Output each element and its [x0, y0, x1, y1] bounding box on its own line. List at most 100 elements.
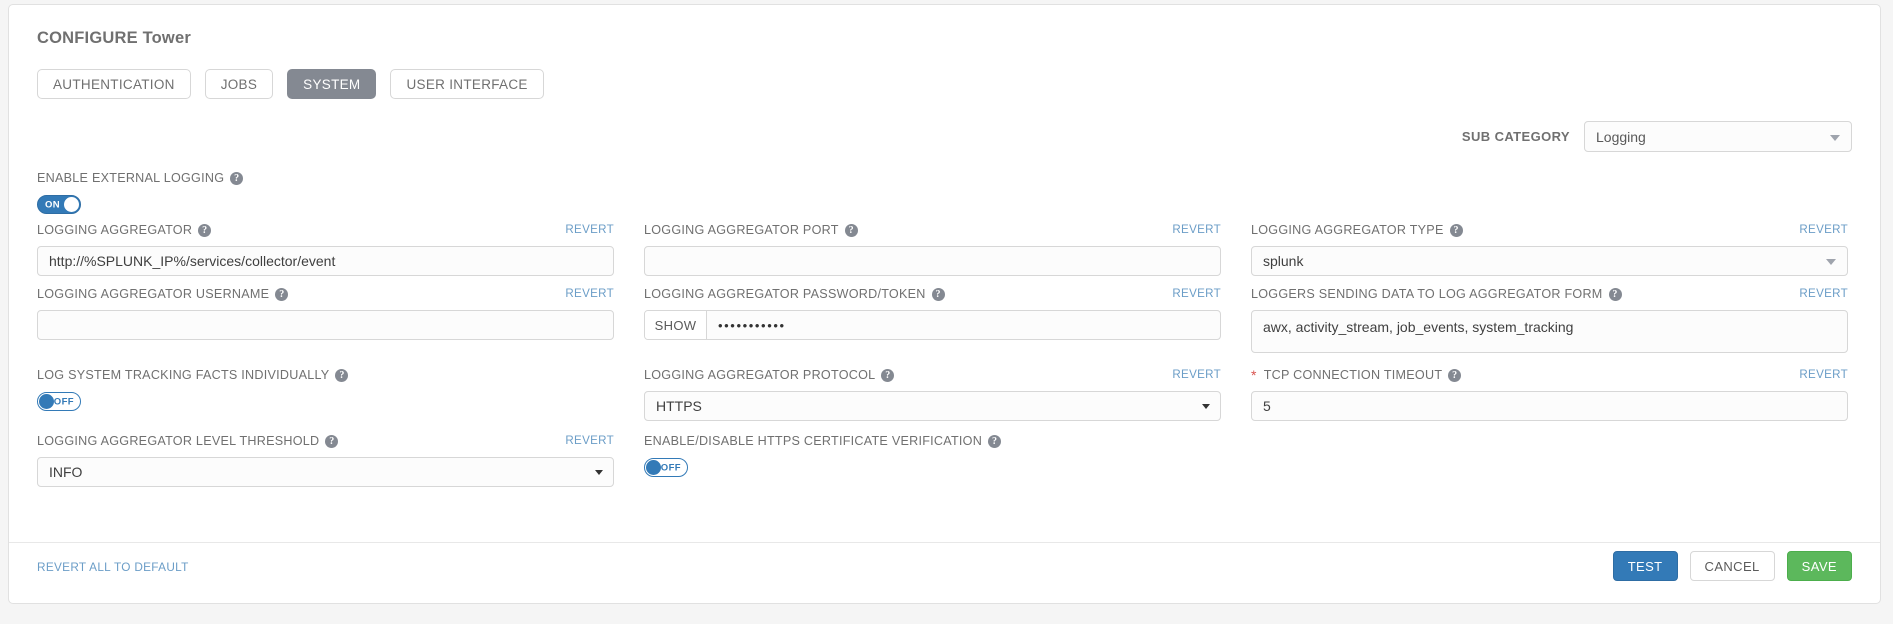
field-loggers-sending-data: LOGGERS SENDING DATA TO LOG AGGREGATOR F…	[1251, 287, 1848, 353]
caret-down-icon	[595, 470, 603, 475]
logging-aggregator-level-threshold-label: LOGGING AGGREGATOR LEVEL THRESHOLD ?	[37, 434, 614, 448]
field-logging-aggregator-port: LOGGING AGGREGATOR PORT ? REVERT	[644, 223, 1221, 276]
chevron-down-icon	[1826, 259, 1836, 265]
select-value: splunk	[1263, 253, 1304, 269]
label-text: LOGGING AGGREGATOR LEVEL THRESHOLD	[37, 434, 320, 448]
https-certificate-verification-toggle[interactable]: OFF	[644, 458, 688, 477]
field-logging-aggregator-password: LOGGING AGGREGATOR PASSWORD/TOKEN ? REVE…	[644, 287, 1221, 340]
toggle-knob	[646, 460, 661, 475]
toggle-state-label: OFF	[660, 462, 681, 473]
logging-aggregator-password-input[interactable]: •••••••••••	[707, 311, 1220, 339]
field-https-certificate-verification: ENABLE/DISABLE HTTPS CERTIFICATE VERIFIC…	[644, 434, 1221, 477]
configure-panel: CONFIGURE Tower AUTHENTICATION JOBS SYST…	[8, 4, 1881, 604]
page-title-rest: Tower	[137, 29, 191, 47]
label-text: LOGGING AGGREGATOR USERNAME	[37, 287, 270, 301]
test-button[interactable]: TEST	[1612, 551, 1678, 581]
toggle-state-label: OFF	[53, 396, 74, 407]
field-logging-aggregator-username: LOGGING AGGREGATOR USERNAME ? REVERT	[37, 287, 614, 340]
toggle-knob	[39, 394, 54, 409]
field-logging-aggregator-type: LOGGING AGGREGATOR TYPE ? REVERT splunk	[1251, 223, 1848, 276]
logging-aggregator-password-group: SHOW •••••••••••	[644, 310, 1221, 340]
label-text: LOGGING AGGREGATOR PROTOCOL	[644, 368, 876, 382]
revert-link[interactable]: REVERT	[1172, 368, 1221, 381]
select-value: INFO	[49, 464, 83, 480]
page-title: CONFIGURE Tower	[37, 29, 191, 48]
log-system-tracking-facts-toggle[interactable]: OFF	[37, 392, 81, 411]
field-tcp-connection-timeout: * TCP CONNECTION TIMEOUT ? REVERT 5	[1251, 368, 1848, 421]
field-log-system-tracking-facts: LOG SYSTEM TRACKING FACTS INDIVIDUALLY ?…	[37, 368, 614, 411]
logging-aggregator-port-label: LOGGING AGGREGATOR PORT ?	[644, 223, 1221, 237]
help-icon[interactable]: ?	[275, 287, 289, 301]
logging-aggregator-protocol-label: LOGGING AGGREGATOR PROTOCOL ?	[644, 368, 1221, 382]
sub-category-label: SUB CATEGORY	[1461, 129, 1570, 144]
config-tabs: AUTHENTICATION JOBS SYSTEM USER INTERFAC…	[37, 69, 544, 99]
tcp-connection-timeout-input[interactable]: 5	[1251, 391, 1848, 421]
sub-category-select[interactable]: Logging	[1584, 121, 1852, 152]
revert-link[interactable]: REVERT	[1799, 287, 1848, 300]
field-logging-aggregator-level-threshold: LOGGING AGGREGATOR LEVEL THRESHOLD ? REV…	[37, 434, 614, 487]
tab-user-interface[interactable]: USER INTERFACE	[390, 69, 544, 99]
tab-system[interactable]: SYSTEM	[287, 69, 377, 99]
toggle-state-label: ON	[45, 199, 61, 210]
tab-jobs[interactable]: JOBS	[204, 69, 274, 99]
revert-link[interactable]: REVERT	[1172, 287, 1221, 300]
help-icon[interactable]: ?	[1448, 368, 1462, 382]
help-icon[interactable]: ?	[881, 368, 895, 382]
revert-link[interactable]: REVERT	[565, 223, 614, 236]
help-icon[interactable]: ?	[844, 223, 858, 237]
label-text: LOG SYSTEM TRACKING FACTS INDIVIDUALLY	[37, 368, 330, 382]
field-logging-aggregator-protocol: LOGGING AGGREGATOR PROTOCOL ? REVERT HTT…	[644, 368, 1221, 421]
save-button[interactable]: SAVE	[1786, 551, 1852, 581]
label-text: LOGGING AGGREGATOR TYPE	[1251, 223, 1444, 237]
logging-aggregator-label: LOGGING AGGREGATOR ?	[37, 223, 614, 237]
tcp-connection-timeout-label: * TCP CONNECTION TIMEOUT ?	[1251, 368, 1828, 382]
loggers-sending-data-textarea[interactable]: awx, activity_stream, job_events, system…	[1251, 310, 1848, 353]
logging-aggregator-username-label: LOGGING AGGREGATOR USERNAME ?	[37, 287, 614, 301]
label-text: LOGGING AGGREGATOR	[37, 223, 193, 237]
footer-buttons: TEST CANCEL SAVE	[1612, 551, 1852, 581]
revert-link[interactable]: REVERT	[565, 287, 614, 300]
logging-aggregator-input[interactable]: http://%SPLUNK_IP%/services/collector/ev…	[37, 246, 614, 276]
sub-category-row: SUB CATEGORY Logging	[1462, 121, 1852, 152]
page-title-strong: CONFIGURE	[37, 29, 138, 47]
show-password-button[interactable]: SHOW	[645, 311, 707, 339]
logging-aggregator-username-input[interactable]	[37, 310, 614, 340]
https-certificate-verification-label: ENABLE/DISABLE HTTPS CERTIFICATE VERIFIC…	[644, 434, 1221, 448]
logging-aggregator-type-select[interactable]: splunk	[1251, 246, 1848, 276]
help-icon[interactable]: ?	[1449, 223, 1463, 237]
label-text: ENABLE EXTERNAL LOGGING	[37, 171, 225, 185]
cancel-button[interactable]: CANCEL	[1689, 551, 1775, 581]
revert-link[interactable]: REVERT	[1799, 223, 1848, 236]
logging-aggregator-protocol-select[interactable]: HTTPS	[644, 391, 1221, 421]
help-icon[interactable]: ?	[198, 223, 212, 237]
revert-all-to-default-link[interactable]: REVERT ALL TO DEFAULT	[37, 560, 189, 574]
label-text: TCP CONNECTION TIMEOUT	[1263, 368, 1443, 382]
revert-link[interactable]: REVERT	[1799, 368, 1848, 381]
revert-link[interactable]: REVERT	[565, 434, 614, 447]
revert-link[interactable]: REVERT	[1172, 223, 1221, 236]
help-icon[interactable]: ?	[335, 368, 349, 382]
logging-aggregator-type-label: LOGGING AGGREGATOR TYPE ?	[1251, 223, 1828, 237]
help-icon[interactable]: ?	[988, 434, 1002, 448]
help-icon[interactable]: ?	[931, 287, 945, 301]
logging-aggregator-level-threshold-select[interactable]: INFO	[37, 457, 614, 487]
select-value: HTTPS	[656, 398, 702, 414]
enable-external-logging-label: ENABLE EXTERNAL LOGGING ?	[37, 171, 614, 185]
label-text: LOGGING AGGREGATOR PORT	[644, 223, 839, 237]
toggle-knob	[64, 197, 79, 212]
help-icon[interactable]: ?	[230, 171, 244, 185]
required-marker: *	[1251, 367, 1257, 383]
sub-category-value: Logging	[1596, 128, 1646, 145]
loggers-sending-data-label: LOGGERS SENDING DATA TO LOG AGGREGATOR F…	[1251, 287, 1828, 301]
tab-authentication[interactable]: AUTHENTICATION	[37, 69, 191, 99]
label-text: LOGGING AGGREGATOR PASSWORD/TOKEN	[644, 287, 926, 301]
chevron-down-icon	[1830, 134, 1840, 141]
caret-down-icon	[1202, 404, 1210, 409]
logging-aggregator-port-input[interactable]	[644, 246, 1221, 276]
footer-divider	[9, 542, 1880, 543]
enable-external-logging-toggle[interactable]: ON	[37, 195, 81, 214]
help-icon[interactable]: ?	[325, 434, 339, 448]
field-logging-aggregator: LOGGING AGGREGATOR ? REVERT http://%SPLU…	[37, 223, 614, 276]
log-system-tracking-facts-label: LOG SYSTEM TRACKING FACTS INDIVIDUALLY ?	[37, 368, 614, 382]
help-icon[interactable]: ?	[1608, 287, 1622, 301]
